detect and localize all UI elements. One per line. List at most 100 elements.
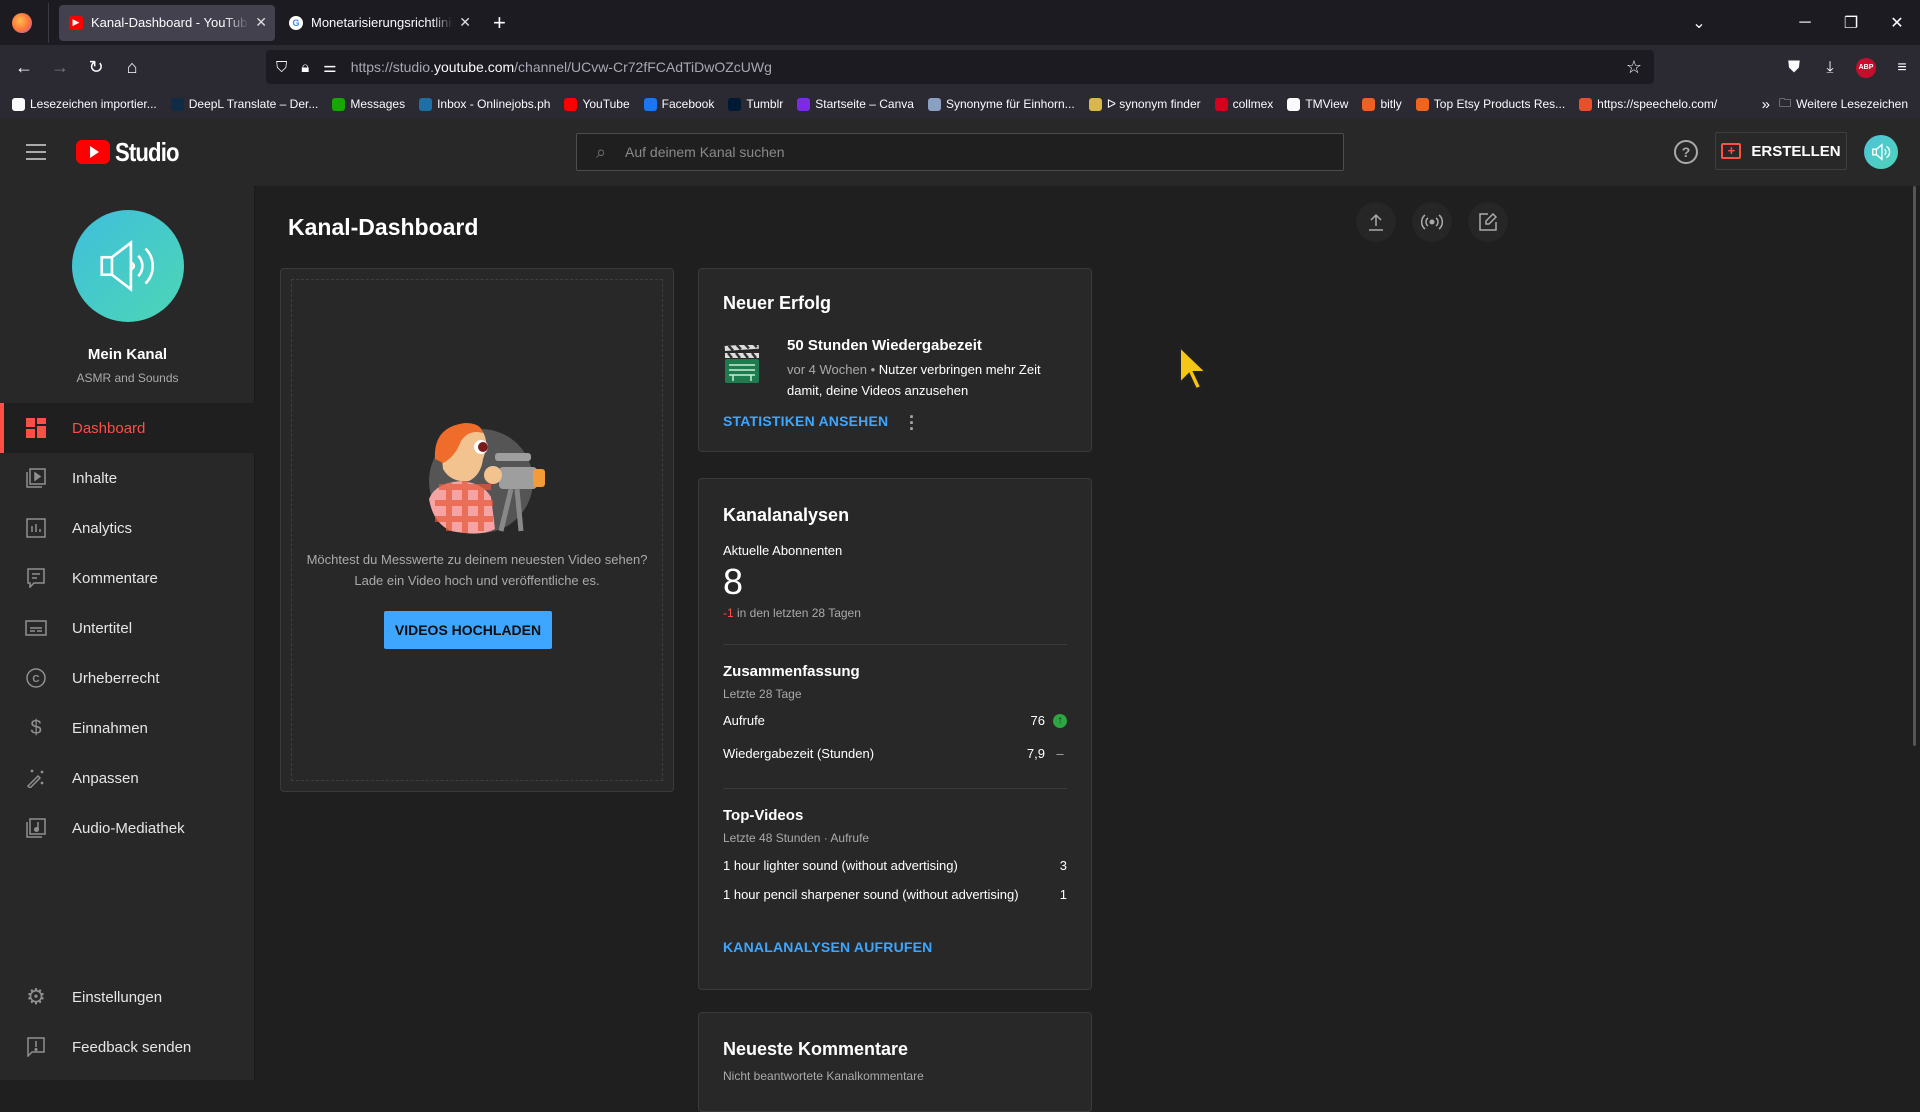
bookmark-item[interactable]: Synonyme für Einhorn... <box>927 97 1075 111</box>
url-text[interactable]: https://studio.youtube.com/channel/UCvw-… <box>351 59 772 75</box>
bookmark-item[interactable]: ᐅ synonym finder <box>1088 97 1201 111</box>
folder-label: Weitere Lesezeichen <box>1796 97 1908 111</box>
close-tab-icon[interactable]: ✕ <box>255 14 267 31</box>
bookmark-item[interactable]: Messages <box>332 97 405 111</box>
upload-videos-button[interactable]: VIDEOS HOCHLADEN <box>384 611 552 649</box>
lock-icon[interactable]: 🔒︎ <box>301 59 309 76</box>
pocket-icon[interactable]: ⛊ <box>1776 59 1812 77</box>
channel-avatar[interactable] <box>72 210 184 322</box>
analytics-icon <box>24 516 48 540</box>
menu-icon[interactable]: ≡ <box>1884 59 1920 77</box>
minimize-button[interactable]: ─ <box>1782 14 1828 32</box>
bookmark-label: Startseite – Canva <box>815 97 914 111</box>
sidebar-item-analytics[interactable]: Analytics <box>0 503 255 553</box>
hamburger-menu-icon[interactable] <box>26 144 46 160</box>
restore-button[interactable]: ❐ <box>1828 13 1874 33</box>
card-title: Neuer Erfolg <box>723 293 832 313</box>
shield-icon[interactable]: ⛉ <box>276 59 287 76</box>
bookmark-item[interactable]: Facebook <box>643 97 714 111</box>
browser-nav-bar: ← → ↻ ⌂ ⛉ 🔒︎ ⚌ https://studio.youtube.co… <box>0 45 1920 90</box>
adblock-plus-icon[interactable]: ABP <box>1856 57 1876 78</box>
sidebar-item-label: Anpassen <box>72 769 139 787</box>
bookmark-label: collmex <box>1232 97 1274 111</box>
onlinejobs-icon <box>419 97 433 111</box>
sidebar-item-feedback[interactable]: Feedback senden <box>0 1022 255 1072</box>
sidebar-item-audio-mediathek[interactable]: Audio-Mediathek <box>0 803 255 853</box>
upload-button[interactable] <box>1356 202 1396 242</box>
list-tabs-chevron-icon[interactable]: ⌄ <box>1676 13 1722 33</box>
channel-name[interactable]: Mein Kanal <box>0 346 255 363</box>
bookmark-label: Synonyme für Einhorn... <box>945 97 1075 111</box>
bookmark-item[interactable]: Top Etsy Products Res... <box>1415 97 1565 111</box>
bookmark-item[interactable]: bitly <box>1362 97 1402 111</box>
deepl-icon <box>170 97 184 111</box>
permissions-icon[interactable]: ⚌ <box>323 58 336 76</box>
account-avatar[interactable] <box>1864 135 1898 169</box>
other-bookmarks-folder[interactable]: 🗀 Weitere Lesezeichen <box>1779 94 1908 115</box>
sidebar-item-kommentare[interactable]: Kommentare <box>0 553 255 603</box>
video-title[interactable]: 1 hour pencil sharpener sound (without a… <box>723 887 1019 902</box>
bookmark-item[interactable]: YouTube <box>564 97 630 111</box>
sidebar-item-einstellungen[interactable]: ⚙ Einstellungen <box>0 972 255 1022</box>
google-icon: G <box>289 15 303 30</box>
folder-icon: 🗀 <box>1779 95 1792 110</box>
go-live-button[interactable] <box>1412 202 1452 242</box>
help-icon[interactable]: ? <box>1674 140 1698 164</box>
url-bar[interactable]: ⛉ 🔒︎ ⚌ https://studio.youtube.com/channe… <box>266 50 1654 84</box>
top-video-row[interactable]: 1 hour pencil sharpener sound (without a… <box>723 887 1067 902</box>
page-scrollbar[interactable] <box>1913 186 1916 746</box>
bookmark-label: https://speechelo.com/ <box>1597 97 1718 111</box>
create-button[interactable]: + ERSTELLEN <box>1715 132 1847 170</box>
bookmark-item[interactable]: Lesezeichen importier... <box>12 97 157 111</box>
create-video-icon: + <box>1721 143 1742 159</box>
comments-icon <box>24 566 48 590</box>
bookmark-item[interactable]: DeepL Translate – Der... <box>170 97 318 111</box>
upload-prompt-line2: Lade ein Video hoch und veröffentliche e… <box>354 573 600 588</box>
more-options-icon[interactable]: · · · <box>906 408 918 438</box>
bookmark-label: Lesezeichen importier... <box>30 97 157 111</box>
browser-tab[interactable]: G Monetarisierungsrichtlinien von YouTub… <box>279 5 479 41</box>
synonym-finder-icon <box>1088 97 1102 111</box>
back-button[interactable]: ← <box>6 57 42 78</box>
new-tab-button[interactable]: + <box>493 10 506 36</box>
upwork-icon <box>332 97 346 111</box>
bookmark-item[interactable]: Tumblr <box>728 97 783 111</box>
create-post-button[interactable] <box>1468 202 1508 242</box>
main-content: Kanal-Dashboard Möchtest du Messwerte zu… <box>256 186 1920 1112</box>
upload-prompt: Möchtest du Messwerte zu deinem neuesten… <box>281 549 673 591</box>
home-button[interactable]: ⌂ <box>114 57 150 78</box>
sidebar-item-dashboard[interactable]: Dashboard <box>0 403 255 453</box>
close-window-button[interactable]: ✕ <box>1874 13 1920 33</box>
channel-search[interactable]: ⌕ <box>576 133 1344 171</box>
more-bookmarks-chevron-icon[interactable]: » <box>1762 96 1770 113</box>
bookmark-item[interactable]: Startseite – Canva <box>797 97 914 111</box>
firefox-icon[interactable] <box>12 12 32 33</box>
search-input[interactable] <box>625 144 1343 160</box>
metric-value: 7,9 <box>1026 746 1045 761</box>
subtitles-icon <box>24 616 48 640</box>
top-video-row[interactable]: 1 hour lighter sound (without advertisin… <box>723 858 1067 873</box>
browser-tab-active[interactable]: ▶ Kanal-Dashboard - YouTube Studio ✕ <box>59 4 275 41</box>
bookmark-item[interactable]: https://speechelo.com/ <box>1579 97 1717 111</box>
card-title: Kanalanalysen <box>723 505 850 525</box>
bookmark-item[interactable]: TMView <box>1287 97 1348 111</box>
close-tab-icon[interactable]: ✕ <box>459 14 471 31</box>
sidebar-item-untertitel[interactable]: Untertitel <box>0 603 255 653</box>
studio-logo[interactable]: Studio <box>76 137 190 168</box>
sidebar-item-inhalte[interactable]: Inhalte <box>0 453 255 503</box>
reload-button[interactable]: ↻ <box>78 57 114 78</box>
forward-button[interactable]: → <box>42 57 78 78</box>
trend-up-icon: ↑ <box>1053 713 1067 728</box>
download-icon[interactable]: ⤓ <box>1812 59 1848 77</box>
view-stats-link[interactable]: STATISTIKEN ANSEHEN <box>723 413 888 429</box>
open-analytics-link[interactable]: KANALANALYSEN AUFRUFEN <box>723 939 932 955</box>
bookmark-label: Tumblr <box>746 97 784 111</box>
sidebar-item-urheberrecht[interactable]: C Urheberrecht <box>0 653 255 703</box>
metric-value: 76 <box>1030 713 1045 728</box>
bookmark-item[interactable]: collmex <box>1214 97 1274 111</box>
video-title[interactable]: 1 hour lighter sound (without advertisin… <box>723 858 958 873</box>
bookmark-star-icon[interactable]: ☆ <box>1626 57 1642 78</box>
bookmark-item[interactable]: Inbox - Onlinejobs.ph <box>419 97 550 111</box>
sidebar-item-einnahmen[interactable]: $ Einnahmen <box>0 703 255 753</box>
sidebar-item-anpassen[interactable]: Anpassen <box>0 753 255 803</box>
